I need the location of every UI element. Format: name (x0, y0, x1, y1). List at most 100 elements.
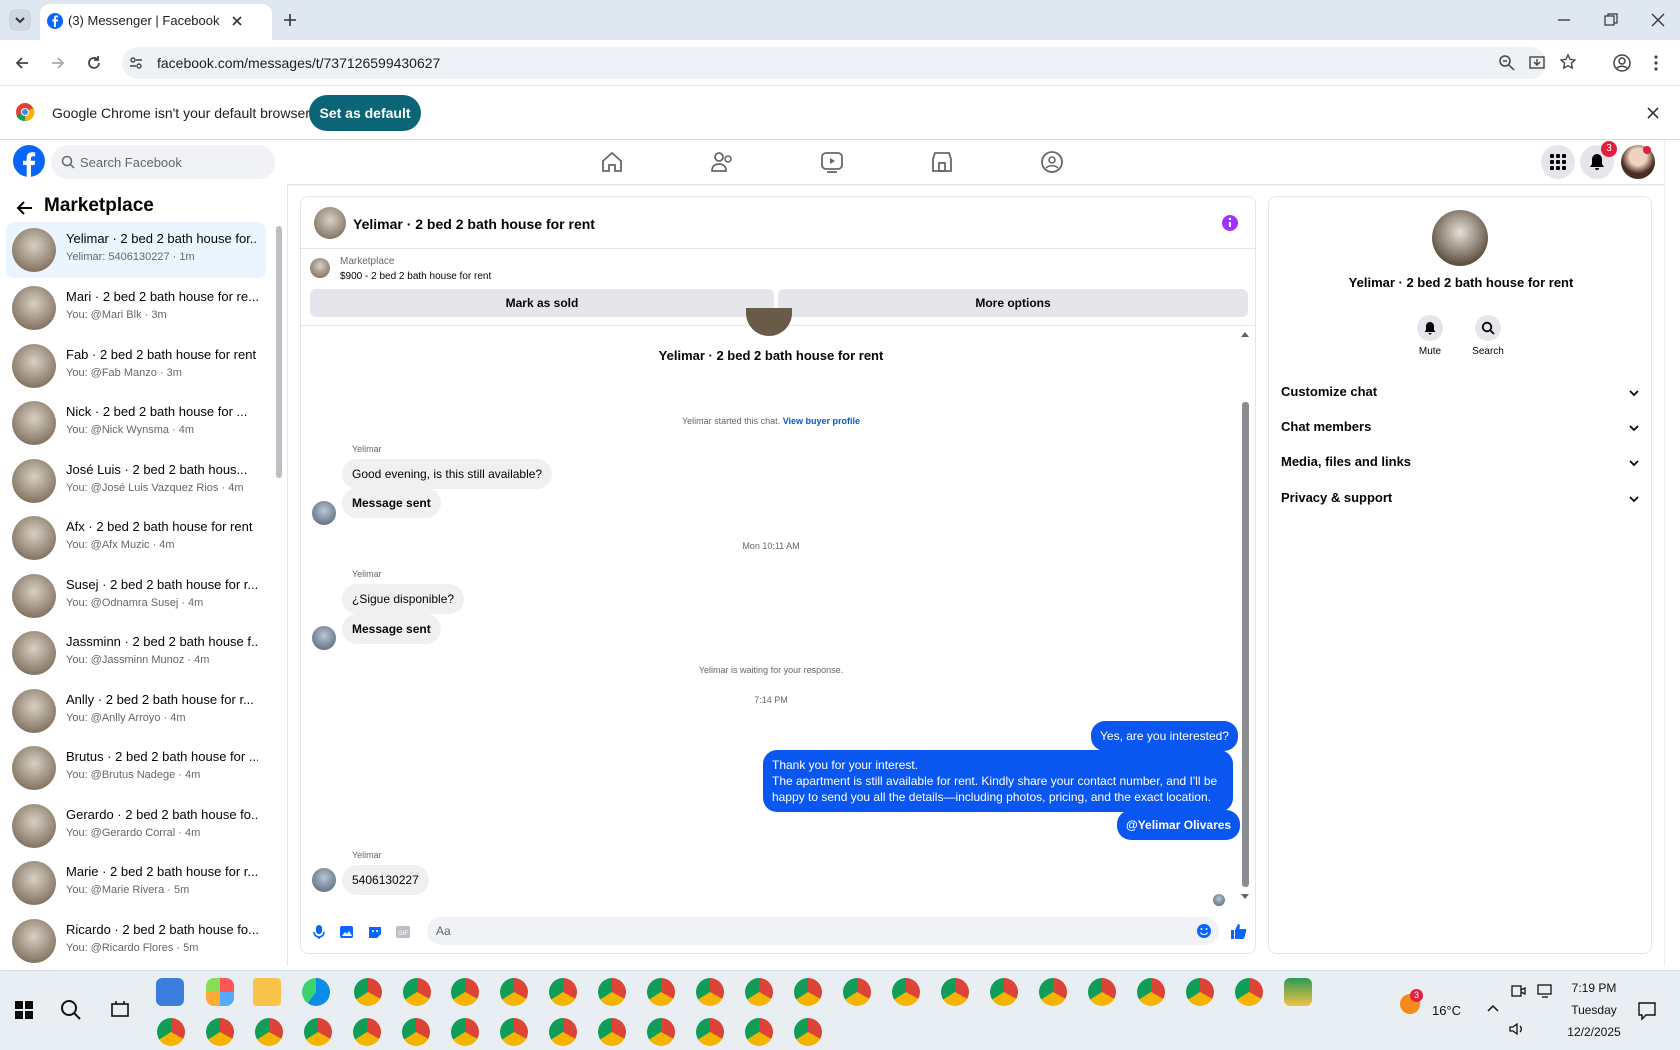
chrome-icon[interactable] (500, 1018, 528, 1046)
profile-icon[interactable] (1612, 53, 1632, 73)
menu-button[interactable] (1541, 145, 1575, 179)
customize-chat-section[interactable]: Customize chat (1281, 384, 1641, 399)
outgoing-message[interactable]: Yes, are you interested? (1091, 721, 1238, 751)
chrome-icon[interactable] (598, 978, 626, 1006)
mark-as-sold-button[interactable]: Mark as sold (310, 289, 774, 317)
microphone-icon[interactable] (311, 924, 327, 940)
copilot-icon[interactable] (206, 978, 234, 1006)
chat-header-title[interactable]: Yelimar · 2 bed 2 bath house for rent (353, 216, 595, 232)
task-view-icon[interactable] (110, 1000, 130, 1020)
clock-date[interactable]: 12/2/2025 (1562, 1025, 1626, 1039)
new-tab-icon[interactable] (282, 12, 298, 28)
chrome-icon[interactable] (353, 1018, 381, 1046)
back-icon[interactable] (13, 54, 31, 72)
home-icon[interactable] (599, 149, 625, 175)
scroll-up-icon[interactable] (1240, 330, 1250, 338)
chrome-icon[interactable] (206, 1018, 234, 1046)
list-item[interactable]: José Luis · 2 bed 2 bath hous... You: @Jo… (6, 453, 266, 509)
back-arrow-icon[interactable] (16, 199, 34, 217)
search-conversation-button[interactable] (1475, 315, 1501, 341)
chrome-icon[interactable] (451, 1018, 479, 1046)
chrome-icon[interactable] (843, 978, 871, 1006)
chrome-icon[interactable] (1235, 978, 1263, 1006)
zoom-icon[interactable] (1498, 54, 1516, 72)
list-item[interactable]: Ricardo · 2 bed 2 bath house fo... You: @… (6, 913, 266, 969)
chrome-icon[interactable] (696, 978, 724, 1006)
meet-now-icon[interactable] (1510, 983, 1526, 999)
facebook-logo-icon[interactable] (13, 145, 45, 177)
chrome-icon[interactable] (598, 1018, 626, 1046)
incoming-message[interactable]: ¿Sigue disponible? (342, 584, 465, 614)
incoming-message[interactable]: 5406130227 (342, 865, 429, 895)
list-item[interactable]: Yelimar · 2 bed 2 bath house for... Yelim… (6, 222, 266, 278)
chrome-icon[interactable] (402, 1018, 430, 1046)
chrome-icon[interactable] (403, 978, 431, 1006)
temperature[interactable]: 16°C (1432, 1003, 1461, 1018)
close-infobar-icon[interactable] (1645, 105, 1661, 121)
incoming-message[interactable]: Message sent (342, 488, 441, 518)
minimize-icon[interactable] (1556, 12, 1572, 28)
set-as-default-button[interactable]: Set as default (309, 95, 421, 131)
chrome-icon[interactable] (1186, 978, 1214, 1006)
list-item[interactable]: Afx · 2 bed 2 bath house for rent You: @A… (6, 510, 266, 566)
more-options-button[interactable]: More options (778, 289, 1248, 317)
menu-dots-icon[interactable] (1650, 53, 1662, 73)
url-text[interactable]: facebook.com/messages/t/737126599430627 (157, 55, 440, 71)
chrome-icon[interactable] (549, 978, 577, 1006)
list-item[interactable]: Gerardo · 2 bed 2 bath house fo... You: @… (6, 798, 266, 854)
windows-start-icon[interactable] (15, 1001, 33, 1019)
details-avatar[interactable] (1432, 210, 1488, 266)
chrome-icon[interactable] (745, 1018, 773, 1046)
chrome-icon[interactable] (941, 978, 969, 1006)
chrome-icon[interactable] (696, 1018, 724, 1046)
outgoing-message-long[interactable]: Thank you for your interest. The apartme… (763, 750, 1233, 812)
volume-icon[interactable] (1508, 1021, 1526, 1037)
close-tab-icon[interactable] (230, 14, 244, 28)
notification-center-icon[interactable] (1637, 1001, 1657, 1021)
clock-time[interactable]: 7:19 PM (1562, 981, 1626, 995)
emoji-icon[interactable] (1196, 923, 1212, 939)
scroll-down-icon[interactable] (1240, 893, 1250, 901)
active-tab[interactable]: (3) Messenger | Facebook (40, 4, 272, 40)
listing-text[interactable]: $900 - 2 bed 2 bath house for rent (340, 271, 491, 282)
list-item[interactable]: Susej · 2 bed 2 bath house for r... You: … (6, 568, 266, 624)
marketplace-icon[interactable] (929, 149, 955, 175)
list-item[interactable]: Jassminn · 2 bed 2 bath house f... You: @… (6, 625, 266, 681)
chrome-icon[interactable] (647, 978, 675, 1006)
chevron-up-icon[interactable] (1486, 1003, 1500, 1013)
chrome-icon[interactable] (354, 978, 382, 1006)
page-scrollbar[interactable] (1664, 140, 1680, 966)
list-scrollbar[interactable] (276, 226, 282, 478)
list-item[interactable]: Anlly · 2 bed 2 bath house for r... You: … (6, 683, 266, 739)
facebook-search-box[interactable]: Search Facebook (51, 145, 275, 179)
mute-button[interactable] (1417, 315, 1443, 341)
close-window-icon[interactable] (1650, 12, 1666, 28)
chrome-icon[interactable] (500, 978, 528, 1006)
chrome-icon[interactable] (990, 978, 1018, 1006)
chrome-icon[interactable] (1039, 978, 1067, 1006)
chrome-icon[interactable] (255, 1018, 283, 1046)
list-item[interactable]: Mari · 2 bed 2 bath house for re... You: … (6, 280, 266, 336)
chat-header-avatar[interactable] (314, 207, 346, 239)
reload-icon[interactable] (85, 54, 103, 72)
media-files-links-section[interactable]: Media, files and links (1281, 454, 1641, 469)
incoming-message[interactable]: Message sent (342, 614, 441, 644)
list-item[interactable]: Brutus · 2 bed 2 bath house for ... You: … (6, 740, 266, 796)
tab-search-button[interactable] (9, 9, 31, 31)
list-item[interactable]: Fab · 2 bed 2 bath house for rent You: @F… (6, 338, 266, 394)
clock-day[interactable]: Tuesday (1562, 1003, 1626, 1017)
chrome-icon[interactable] (157, 1018, 185, 1046)
install-app-icon[interactable] (1528, 54, 1546, 72)
network-icon[interactable] (1537, 983, 1555, 999)
outgoing-mention[interactable]: @Yelimar Olivares (1117, 810, 1241, 840)
address-bar[interactable]: facebook.com/messages/t/737126599430627 (122, 47, 1577, 79)
restore-icon[interactable] (1603, 12, 1619, 28)
app-icon[interactable] (156, 978, 184, 1006)
view-buyer-profile-link[interactable]: View buyer profile (783, 416, 860, 426)
chrome-icon[interactable] (647, 1018, 675, 1046)
sticker-icon[interactable] (367, 924, 383, 940)
thumbs-up-icon[interactable] (1229, 922, 1247, 940)
message-input[interactable]: Aa (427, 917, 1219, 945)
groups-icon[interactable] (1039, 149, 1065, 175)
site-info-icon[interactable] (128, 55, 144, 71)
